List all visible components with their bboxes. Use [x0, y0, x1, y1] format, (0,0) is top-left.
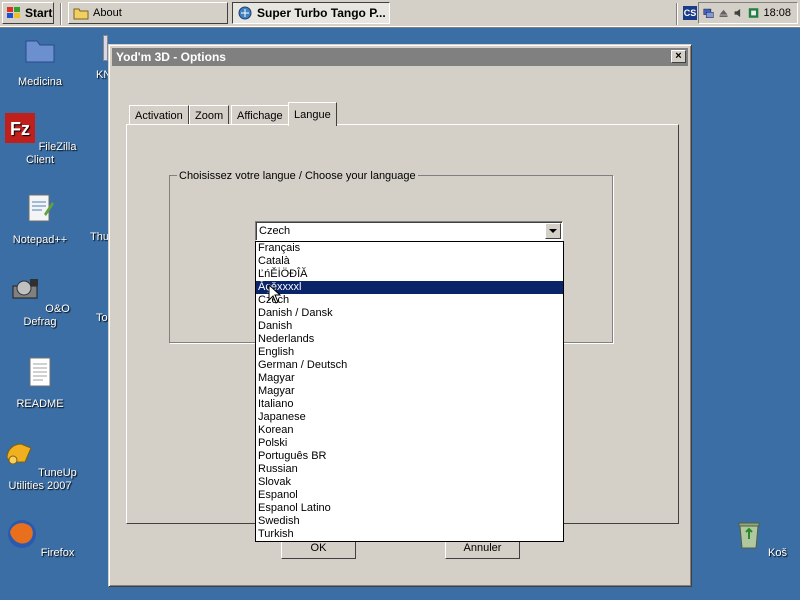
cancel-label: Annuler	[463, 541, 502, 554]
window-titlebar[interactable]: Yod'm 3D - Options ×	[112, 48, 688, 66]
folder-icon	[73, 8, 89, 20]
language-option[interactable]: Ăçěxxxxl	[256, 281, 563, 294]
language-option[interactable]: German / Deutsch	[256, 359, 563, 372]
task-about-label: About	[93, 7, 122, 19]
filezilla-icon: Fz	[4, 113, 35, 143]
task-super-turbo-tango[interactable]: Super Turbo Tango P...	[232, 2, 390, 24]
desktop-icon-label: Koš	[768, 547, 788, 559]
folder-icon	[25, 40, 55, 63]
language-option[interactable]: Italiano	[256, 398, 563, 411]
tab-langue[interactable]: Langue	[288, 102, 337, 126]
dropdown-arrow-button[interactable]	[545, 223, 561, 239]
language-option[interactable]: Danish	[256, 320, 563, 333]
language-option[interactable]: Français	[256, 242, 563, 255]
app-icon	[238, 6, 252, 20]
document-icon	[29, 357, 51, 387]
language-option[interactable]: Swedish	[256, 515, 563, 528]
desktop-icon-label: O&O Defrag	[23, 303, 70, 328]
windows-logo-icon	[7, 7, 20, 18]
language-option[interactable]: Nederlands	[256, 333, 563, 346]
desktop-partial-label: To	[96, 312, 108, 324]
language-option[interactable]: Polski	[256, 437, 563, 450]
tab-activation[interactable]: Activation	[129, 105, 189, 125]
svg-text:Fz: Fz	[10, 119, 30, 139]
eject-icon[interactable]	[718, 6, 729, 20]
tuneup-icon	[6, 443, 32, 465]
close-button[interactable]: ×	[671, 50, 686, 63]
language-option[interactable]: Slovak	[256, 476, 563, 489]
start-button[interactable]: Start	[2, 2, 54, 24]
language-option[interactable]: Espanol Latino	[256, 502, 563, 515]
mouse-cursor-icon	[268, 284, 282, 304]
language-option[interactable]: Czech	[256, 294, 563, 307]
taskbar: Start About Super Turbo Tango P... CS 18…	[0, 0, 800, 28]
desktop-icon-recycle-bin[interactable]: Koš	[722, 518, 798, 560]
desktop-icon-readme[interactable]: README	[2, 356, 78, 411]
ok-label: OK	[310, 541, 327, 554]
desktop-icon-notepadpp[interactable]: Notepad++	[2, 192, 78, 247]
language-option[interactable]: Korean	[256, 424, 563, 437]
recycle-bin-icon	[738, 522, 760, 549]
language-option[interactable]: Magyar	[256, 372, 563, 385]
chevron-down-icon	[549, 228, 557, 233]
language-option[interactable]: Russian	[256, 463, 563, 476]
desktop-icon-label: Firefox	[40, 547, 75, 559]
tab-label: Activation	[135, 109, 183, 122]
defrag-icon	[12, 279, 39, 299]
clock[interactable]: 18:08	[763, 7, 797, 19]
language-option[interactable]: ĽńĚİÖĐÎĂ	[256, 268, 563, 281]
tab-label: Affichage	[237, 109, 283, 122]
language-option[interactable]: Turkish	[256, 528, 563, 541]
taskbar-separator-2	[676, 3, 678, 25]
quicklaunch-cs-icon[interactable]: CS	[683, 6, 697, 20]
desktop-icon-label: FileZilla Client	[25, 141, 77, 166]
language-option[interactable]: Japanese	[256, 411, 563, 424]
flag-icon[interactable]	[748, 6, 759, 20]
language-option[interactable]: Danish / Dansk	[256, 307, 563, 320]
desktop-icon-label: TuneUp Utilities 2007	[8, 467, 77, 492]
language-select-value: Czech	[259, 225, 291, 237]
language-dropdown-list[interactable]: Français Català ĽńĚİÖĐÎĂ Ăçěxxxxl Czech Danis…	[255, 241, 564, 542]
language-option[interactable]: Espanol	[256, 489, 563, 502]
start-label: Start	[25, 6, 53, 20]
taskbar-separator	[60, 3, 62, 25]
firefox-icon	[7, 520, 36, 548]
speaker-icon[interactable]	[733, 6, 744, 20]
desktop-partial-label: Thu	[90, 231, 109, 243]
tab-label: Langue	[294, 108, 331, 121]
desktop-icon-label: Medicina	[17, 76, 63, 88]
language-option[interactable]: Magyar	[256, 385, 563, 398]
language-select[interactable]: Czech	[255, 221, 563, 241]
window-title: Yod'm 3D - Options	[116, 50, 226, 64]
tab-label: Zoom	[195, 109, 224, 122]
desktop-icon-label: README	[16, 398, 64, 410]
network-icon[interactable]	[703, 6, 714, 20]
language-option[interactable]: Português BR	[256, 450, 563, 463]
system-tray: 18:08	[698, 2, 798, 24]
desktop-icon-oo-defrag[interactable]: O&O Defrag	[2, 274, 78, 329]
tab-affichage[interactable]: Affichage	[231, 105, 289, 125]
language-option[interactable]: English	[256, 346, 563, 359]
desktop-icon-medicina[interactable]: Medicina	[2, 34, 78, 89]
task-about[interactable]: About	[68, 2, 228, 24]
language-option[interactable]: Català	[256, 255, 563, 268]
desktop-icon-tuneup[interactable]: TuneUp Utilities 2007	[2, 438, 78, 493]
tab-zoom[interactable]: Zoom	[189, 105, 230, 125]
notepad-icon	[28, 194, 54, 222]
task-super-turbo-label: Super Turbo Tango P...	[257, 6, 386, 20]
language-group-label: Choisissez votre langue / Choose your la…	[177, 170, 418, 182]
desktop-icon-firefox[interactable]: Firefox	[2, 518, 78, 560]
desktop-icon-label: Notepad++	[12, 234, 68, 246]
desktop-icon-filezilla[interactable]: Fz FileZilla Client	[2, 112, 78, 167]
